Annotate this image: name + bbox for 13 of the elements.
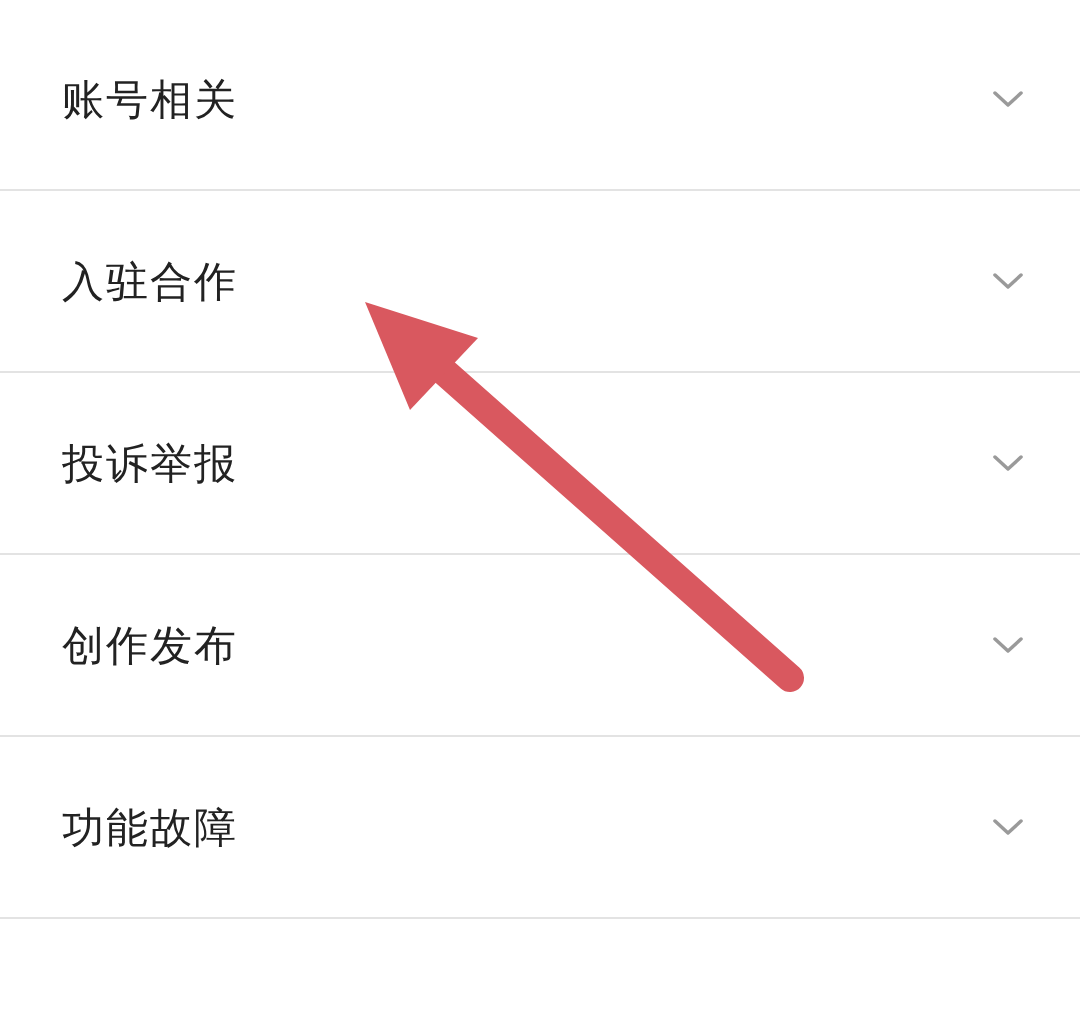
chevron-icon[interactable] — [992, 453, 1024, 473]
chevron-icon[interactable] — [992, 817, 1024, 837]
category-label: 投诉举报 — [62, 437, 238, 490]
faq-category-row[interactable]: 功能故障 — [0, 737, 1080, 919]
category-label: 账号相关 — [62, 73, 238, 126]
category-label: 创作发布 — [62, 619, 238, 672]
faq-category-row[interactable]: 创作发布 — [0, 555, 1080, 737]
chevron-icon[interactable] — [992, 635, 1024, 655]
faq-category-row[interactable]: 账号相关 — [0, 9, 1080, 191]
chevron-icon[interactable] — [992, 89, 1024, 109]
chevron-icon[interactable] — [992, 271, 1024, 291]
category-label: 入驻合作 — [62, 255, 238, 308]
category-label: 功能故障 — [62, 801, 238, 854]
